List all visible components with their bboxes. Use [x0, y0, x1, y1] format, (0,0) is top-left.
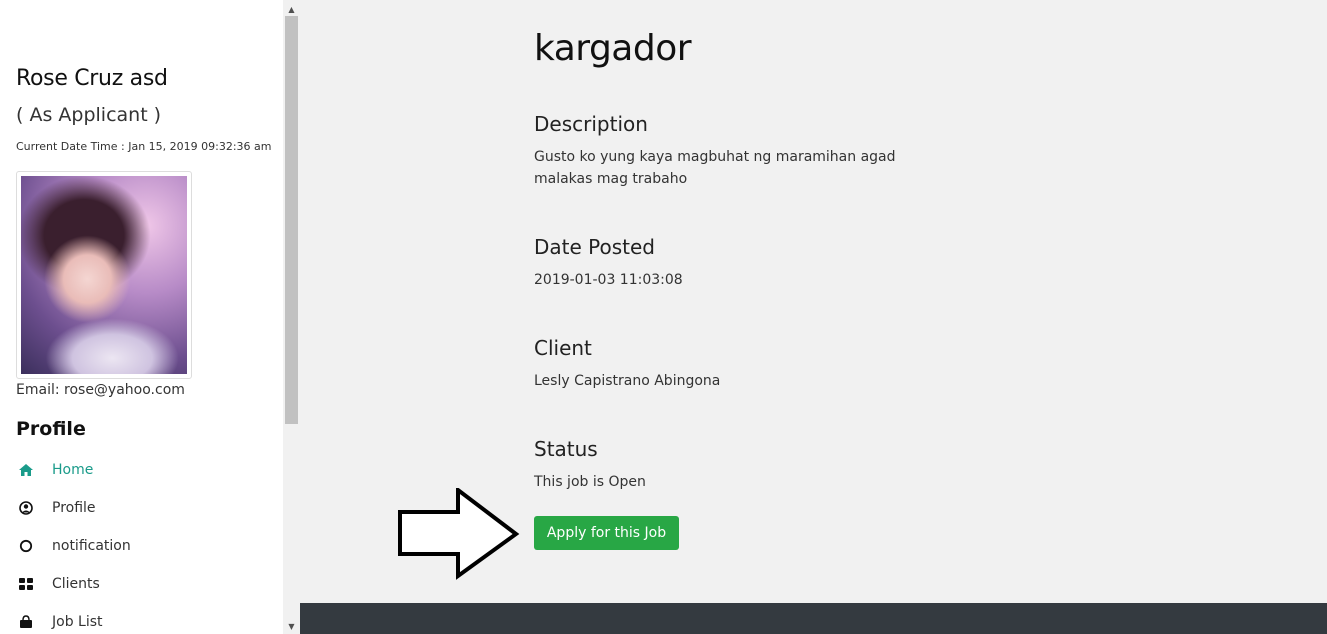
profile-section-title: Profile — [16, 418, 86, 440]
scroll-thumb[interactable] — [285, 16, 298, 424]
sidebar-item-label: Profile — [52, 500, 96, 516]
circle-icon — [16, 536, 36, 556]
home-icon — [16, 460, 36, 480]
sidebar-scrollbar[interactable]: ▲ ▼ — [283, 0, 300, 634]
grid-icon — [16, 574, 36, 594]
scroll-down-arrow-icon[interactable]: ▼ — [283, 619, 300, 633]
date-posted-label: Date Posted — [534, 235, 656, 259]
sidebar-item-label: Job List — [52, 614, 103, 630]
shopping-bag-icon — [16, 612, 36, 632]
status-label: Status — [534, 437, 598, 461]
sidebar-item-profile[interactable]: Profile — [16, 496, 96, 520]
sidebar-item-notification[interactable]: notification — [16, 534, 131, 558]
current-date-time: Current Date Time : Jan 15, 2019 09:32:3… — [16, 140, 272, 153]
description-value: Gusto ko yung kaya magbuhat ng maramihan… — [534, 149, 896, 187]
date-posted-value: 2019-01-03 11:03:08 — [534, 272, 683, 288]
status-value: This job is Open — [534, 474, 646, 490]
sidebar-item-job-list[interactable]: Job List — [16, 610, 103, 634]
avatar — [16, 171, 192, 379]
avatar-image — [21, 176, 187, 374]
sidebar-item-label: notification — [52, 538, 131, 554]
sidebar: Rose Cruz asd ( As Applicant ) Current D… — [0, 0, 283, 634]
client-label: Client — [534, 336, 592, 360]
sidebar-item-clients[interactable]: Clients — [16, 572, 100, 596]
description-label: Description — [534, 112, 648, 136]
job-title: kargador — [534, 28, 692, 69]
sidebar-item-label: Clients — [52, 576, 100, 592]
user-email: Email: rose@yahoo.com — [16, 382, 185, 398]
sidebar-item-home[interactable]: Home — [16, 458, 93, 482]
job-detail-panel: kargador Description Gusto ko yung kaya … — [300, 0, 1327, 603]
user-circle-icon — [16, 498, 36, 518]
user-role: ( As Applicant ) — [16, 104, 162, 126]
apply-for-job-button[interactable]: Apply for this Job — [534, 516, 679, 550]
client-value: Lesly Capistrano Abingona — [534, 373, 721, 389]
sidebar-item-label: Home — [52, 462, 94, 478]
right-arrow-icon — [398, 488, 520, 580]
user-name: Rose Cruz asd — [16, 66, 168, 91]
footer — [300, 603, 1327, 634]
scroll-up-arrow-icon[interactable]: ▲ — [283, 2, 300, 16]
